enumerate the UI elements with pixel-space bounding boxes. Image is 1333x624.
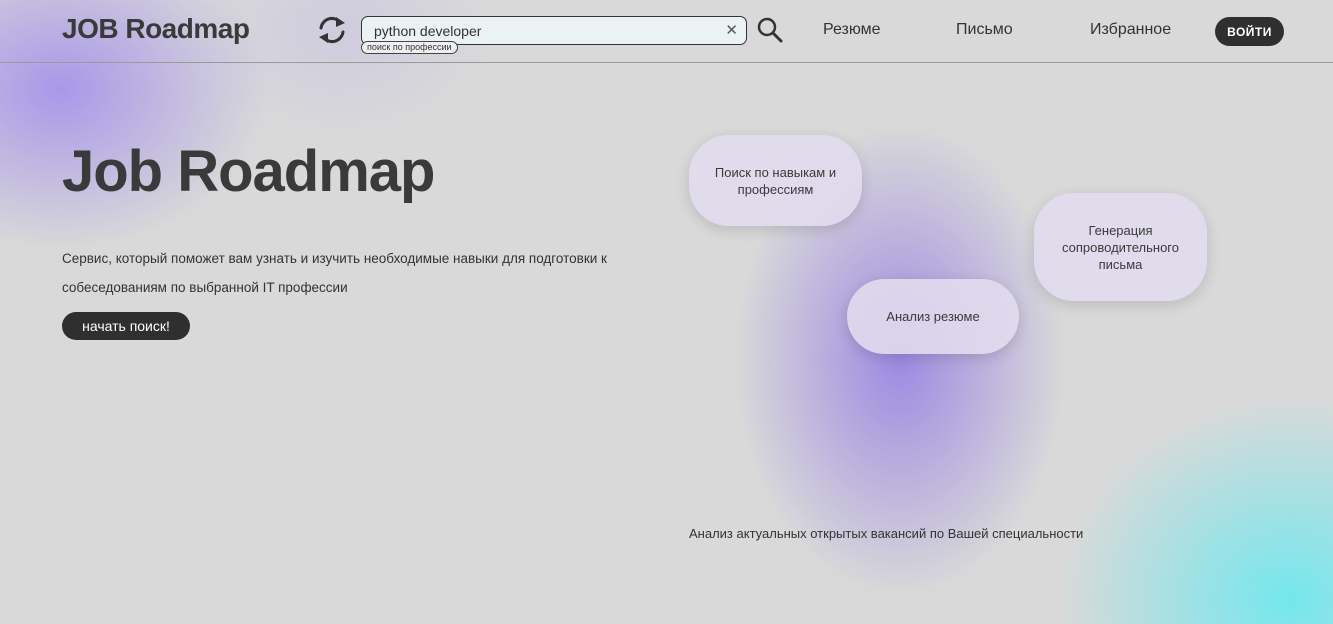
feature-resume-bubble[interactable]: Анализ резюме xyxy=(847,279,1019,354)
nav-resume[interactable]: Резюме xyxy=(823,21,881,39)
login-button[interactable]: ВОЙТИ xyxy=(1215,17,1284,46)
hero-description: Сервис, который поможет вам узнать и изу… xyxy=(62,251,607,295)
search-icon[interactable] xyxy=(756,16,784,44)
top-bar: JOB Roadmap ✕ поиск по профессии Резюме … xyxy=(0,0,1333,63)
hero-title: Job Roadmap xyxy=(62,139,435,204)
close-icon[interactable]: ✕ xyxy=(725,21,738,39)
logo[interactable]: JOB Roadmap xyxy=(62,13,250,45)
nav-favorites[interactable]: Избранное xyxy=(1090,21,1171,39)
start-search-button[interactable]: начать поиск! xyxy=(62,312,190,340)
search-input[interactable] xyxy=(374,22,714,40)
refresh-icon[interactable] xyxy=(316,15,348,45)
feature-vacancies-text: Анализ актуальных открытых вакансий по В… xyxy=(689,526,1084,541)
feature-cover-letter-bubble[interactable]: Генерация сопроводительного письма xyxy=(1034,193,1207,301)
search-hint: поиск по профессии xyxy=(361,41,458,54)
gradient-background xyxy=(0,0,1333,624)
feature-search-bubble[interactable]: Поиск по навыкам и профессиям xyxy=(689,135,862,226)
nav-letter[interactable]: Письмо xyxy=(956,21,1013,39)
